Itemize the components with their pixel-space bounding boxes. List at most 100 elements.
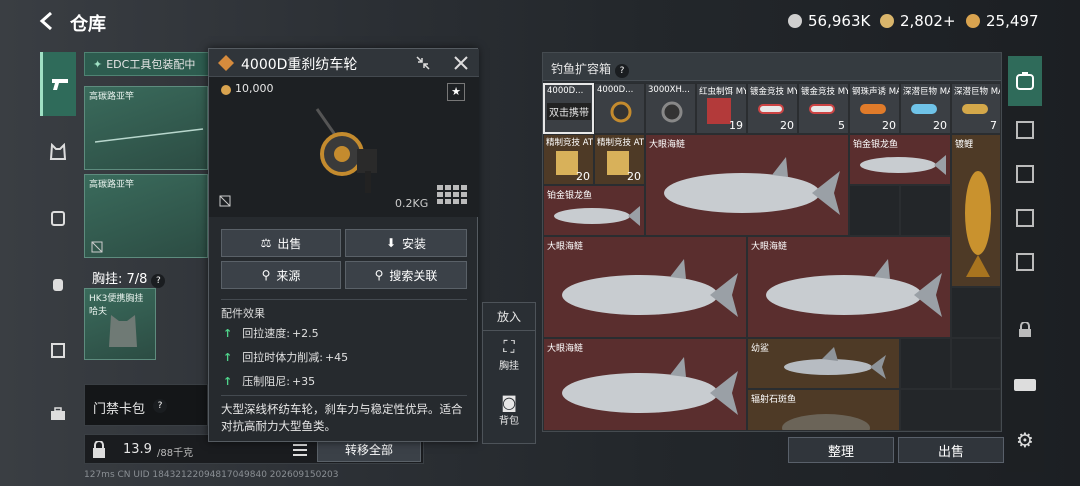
container-header: 钓鱼扩容箱? [543, 53, 1001, 81]
grid-empty-cell[interactable] [849, 185, 900, 236]
rod-slot-1-label: 高碳路亚竿 [89, 92, 135, 102]
keycard-slot[interactable]: 门禁卡包 ? [84, 384, 208, 426]
grid-item-reel-selected[interactable]: 4000D... 双击携带 [543, 83, 594, 134]
favorite-star-icon[interactable]: ★ [447, 83, 465, 101]
fish-name: 幼鲨 [751, 344, 770, 354]
container-help-icon[interactable]: ? [615, 64, 630, 78]
grid-item-lure[interactable]: 镀金竞技 MYT 20 [747, 83, 798, 134]
chest-rig-slot[interactable]: HK3便携胸挂 哈夫 [84, 288, 156, 360]
rail-weapon-tab[interactable] [40, 52, 76, 116]
rail-storage-lv4-tab[interactable] [1008, 198, 1042, 238]
rail-backpack-tab[interactable] [40, 266, 76, 302]
grid-item-lure[interactable]: 深潜巨物 MAS 7 [951, 83, 1001, 134]
sort-button[interactable]: 整理 [788, 437, 894, 463]
currency-gold: 2,802+ [880, 12, 956, 30]
grid-item-lure[interactable]: 深潜巨物 MAS 20 [900, 83, 951, 134]
grid-item-fish[interactable]: 镀鲤 [951, 134, 1001, 287]
rail-storage-lv3-tab[interactable] [1008, 154, 1042, 194]
backpack-icon: ◙ [501, 393, 517, 412]
rod-slot-1[interactable]: 高碳路亚竿 [84, 86, 208, 170]
list-icon[interactable] [293, 444, 307, 456]
grid-item-fish[interactable]: 铂金银龙鱼 [849, 134, 951, 185]
item-weight: 0.2KG [395, 197, 429, 210]
rail-special-tab[interactable] [1008, 364, 1042, 404]
rail-storage-lv5-tab[interactable] [1008, 242, 1042, 282]
chest-help-icon[interactable]: ? [151, 274, 166, 288]
grid-item-fish[interactable]: 大眼海鲢 [645, 134, 849, 236]
rail-toolbox-tab[interactable] [40, 396, 76, 432]
grid-empty-cell[interactable] [951, 338, 1001, 389]
bait-pack-icon [607, 151, 629, 175]
grid-item-bait[interactable]: 红虫制饵 MYT 19 [696, 83, 747, 134]
lure-icon [962, 104, 988, 114]
grid-empty-cell[interactable] [951, 287, 1001, 338]
grid-empty-cell[interactable] [900, 185, 951, 236]
effect-value: +35 [291, 374, 316, 388]
rail-locked-tab[interactable] [1008, 310, 1042, 350]
grid-item-fish[interactable]: 辐射石斑鱼 [747, 389, 900, 431]
effect-label: 压制阻尼: [242, 375, 290, 388]
rail-case-tab[interactable] [40, 332, 76, 368]
search-icon: ⚲ [374, 268, 384, 282]
bait-pack-icon [707, 98, 731, 124]
put-in-chest-button[interactable]: ⛶ 胸挂 [483, 337, 535, 372]
collapse-icon[interactable] [415, 55, 431, 71]
source-button[interactable]: ⚲ 来源 [221, 261, 341, 289]
grid-item-fish[interactable]: 大眼海鲢 [543, 236, 747, 338]
chest-rig-label: 胸挂: 7/8? [92, 268, 166, 288]
lure-icon [911, 104, 937, 114]
item-name: 深潜巨物 MAS [954, 87, 1000, 97]
lock-icon [1019, 322, 1031, 337]
rail-armor-tab[interactable] [40, 200, 76, 236]
item-name: 3000XH... [648, 85, 690, 95]
currency-gold-value: 2,802+ [900, 12, 956, 30]
tarpon-fish-icon [766, 259, 942, 317]
edc-status-bar[interactable]: ✦ EDC工具包装配中 [84, 52, 214, 76]
grid-empty-cell[interactable] [900, 389, 1001, 431]
grid-empty-cell[interactable] [900, 338, 951, 389]
edc-label: EDC工具包装配中 [106, 58, 196, 71]
grid-item-bait[interactable]: 精制竞技 ATT 20 [594, 134, 645, 185]
arowana-fish-icon [554, 206, 640, 226]
rod-slot-2[interactable]: 高碳路亚竿 [84, 174, 208, 258]
grid-item-fish[interactable]: 幼鲨 [747, 338, 900, 389]
effects-title: 配件效果 [221, 307, 265, 320]
grid-item-bait[interactable]: 精制竞技 ATT 20 [543, 134, 594, 185]
grid-item-fish[interactable]: 大眼海鲢 [747, 236, 951, 338]
search-related-button[interactable]: ⚲ 搜索关联 [345, 261, 467, 289]
divider [221, 395, 467, 396]
grid-item-reel[interactable]: 4000D... [594, 83, 645, 134]
tarpon-fish-icon [562, 259, 738, 317]
keycard-help-icon[interactable]: ? [153, 399, 167, 413]
close-icon[interactable] [453, 55, 469, 71]
effect-row: ↑ 回拉时体力削减: +45 [223, 349, 348, 365]
fish-name: 大眼海鲢 [547, 242, 584, 252]
container-sell-button[interactable]: 出售 [898, 437, 1004, 463]
item-description: 大型深线杯纺车轮，刹车力与稳定性优异。适合对抗高耐力大型鱼类。 [221, 402, 463, 433]
effect-value: +45 [324, 350, 349, 364]
grid-item-fish[interactable]: 大眼海鲢 [543, 338, 747, 431]
back-icon[interactable] [36, 10, 58, 32]
sell-button[interactable]: ⚖ 出售 [221, 229, 341, 257]
item-count: 5 [838, 119, 845, 132]
put-in-backpack-button[interactable]: ◙ 背包 [483, 393, 535, 427]
storage-slot-icon [1016, 121, 1034, 139]
chest-rig-capacity: 胸挂: 7/8 [92, 272, 148, 287]
install-button[interactable]: ⬇ 安装 [345, 229, 467, 257]
settings-button[interactable]: ⚙ [1008, 420, 1042, 460]
grid-item-lure[interactable]: 镀金竞技 MYT 5 [798, 83, 849, 134]
grid-item-lure[interactable]: 钢珠声诱 MAS 20 [849, 83, 900, 134]
item-count: 20 [780, 119, 794, 132]
tarpon-fish-icon [562, 357, 738, 415]
edc-icon: ✦ [93, 57, 103, 71]
chest-rig-icon [109, 315, 137, 347]
rail-chest-tab[interactable] [40, 134, 76, 170]
download-icon: ⬇ [385, 236, 397, 250]
grid-item-fish[interactable]: 铂金银龙鱼 [543, 185, 645, 236]
rail-storage-lv2-tab[interactable] [1008, 110, 1042, 150]
rail-fishing-box-tab[interactable] [1008, 56, 1042, 106]
arowana-fish-icon [860, 155, 946, 175]
search-related-label: 搜索关联 [389, 268, 438, 283]
grid-item-reel[interactable]: 3000XH... [645, 83, 696, 134]
grouper-fish-icon [782, 414, 870, 430]
